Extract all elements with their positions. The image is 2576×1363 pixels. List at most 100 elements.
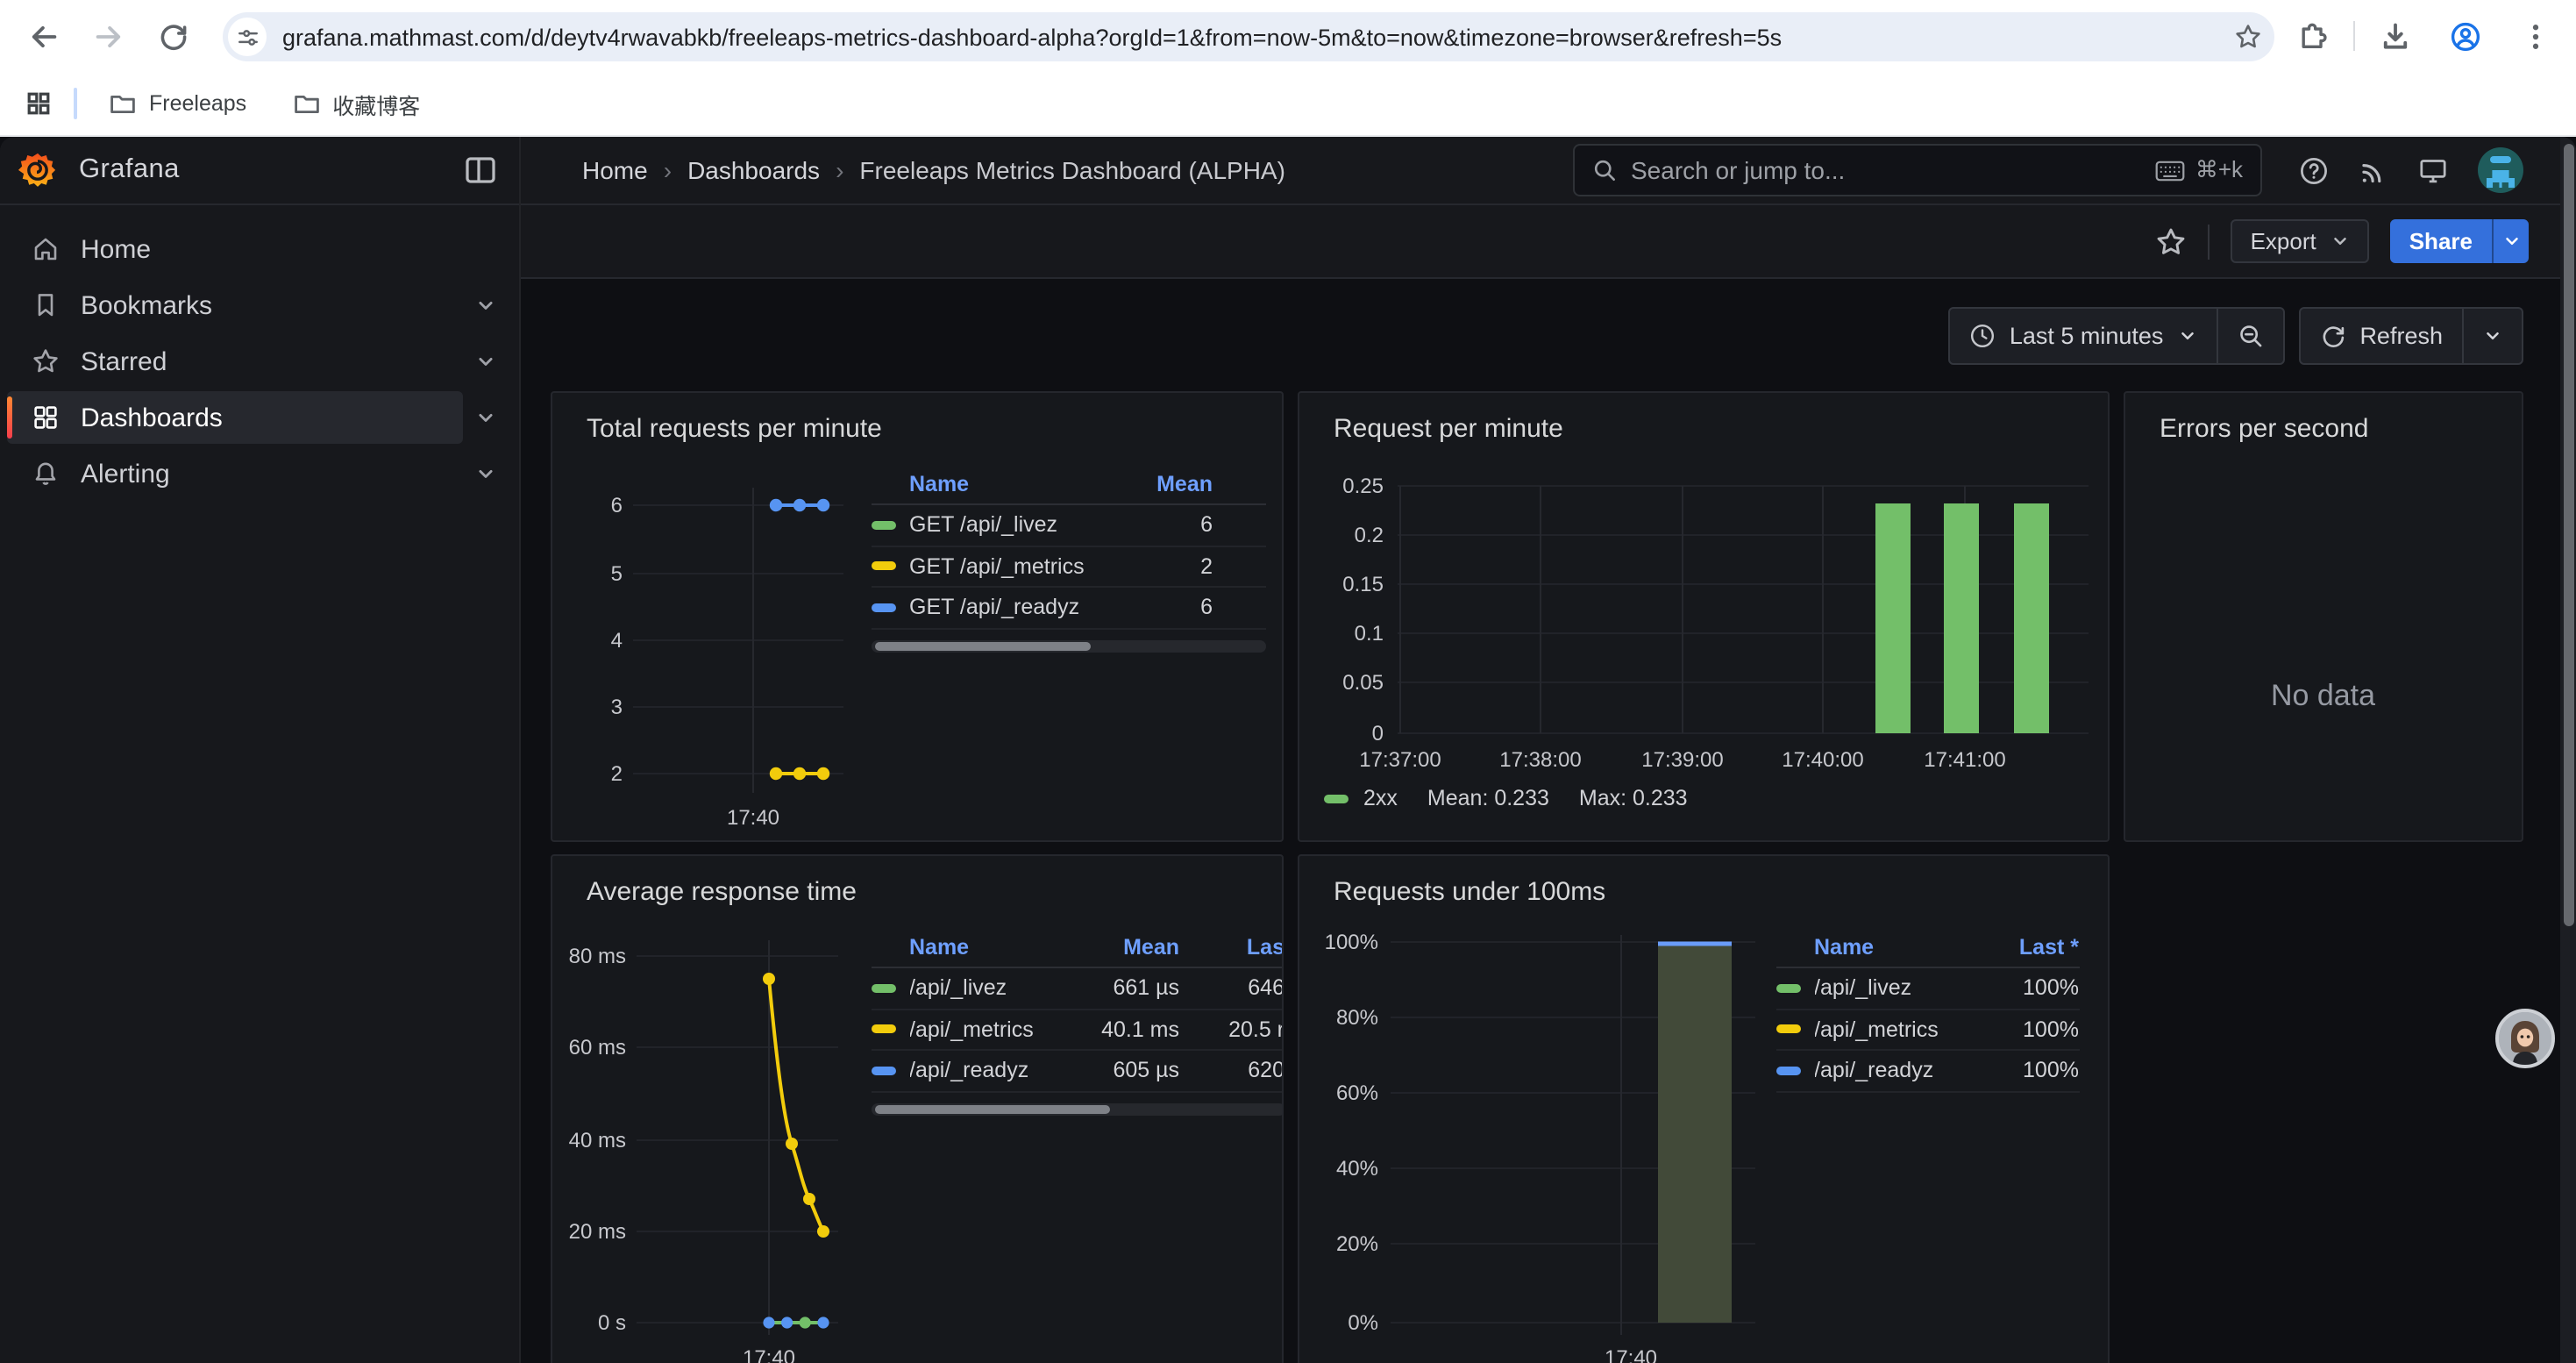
series-mean: 6 [1153,513,1265,538]
table-row[interactable]: GET /api/_livez 6 [871,505,1265,546]
bookmark-folder-freeleaps[interactable]: Freeleaps [95,82,260,125]
chevron-down-icon[interactable] [473,349,498,374]
sidebar-item-bookmarks[interactable]: Bookmarks [7,279,509,332]
help-icon[interactable] [2299,155,2329,185]
url-text[interactable]: grafana.mathmast.com/d/deytv4rwavabkb/fr… [282,24,2222,50]
favorite-dashboard-star-icon[interactable] [2156,225,2188,257]
table-row[interactable]: /api/_metrics 40.1 ms 20.5 r [871,1010,1283,1051]
page-scrollbar[interactable] [2560,137,2576,1363]
series-name: /api/_livez [909,976,1067,1001]
column-last[interactable]: Las [1179,934,1283,959]
svg-text:0.05: 0.05 [1341,671,1383,695]
extensions-button[interactable] [2283,6,2343,66]
chevron-down-icon[interactable] [473,293,498,318]
chart-legend: 2xx Mean: 0.233 Max: 0.233 [1323,786,1688,810]
grafana-logo [18,150,58,190]
table-row[interactable]: GET /api/_metrics 2 [871,546,1265,588]
bookmark-star-button[interactable] [2222,12,2274,61]
svg-text:100%: 100% [1324,931,1377,954]
time-range-label: Last 5 minutes [2010,323,2164,349]
dock-sidebar-icon[interactable] [463,153,498,188]
table-header: Name Mean Las [871,926,1283,968]
apps-button[interactable] [14,79,63,128]
export-button[interactable]: Export [2231,219,2369,263]
series-color-pill [1775,984,1800,993]
url-bar[interactable]: grafana.mathmast.com/d/deytv4rwavabkb/fr… [223,12,2274,61]
chevron-down-icon[interactable] [473,405,498,430]
table-horizontal-scrollbar[interactable] [871,639,1265,652]
sidebar-item-alerting[interactable]: Alerting [7,447,509,500]
svg-text:17:41:00: 17:41:00 [1923,748,2004,772]
folder-icon [109,89,137,118]
table-row[interactable]: /api/_livez 100% [1775,968,2079,1010]
svg-text:17:40:00: 17:40:00 [1781,748,1862,772]
svg-text:0.2: 0.2 [1354,524,1383,547]
svg-text:6: 6 [610,494,622,517]
panel-requests-under-100ms[interactable]: Requests under 100ms 100% 80% 60% [1297,854,2110,1363]
scrollbar-thumb[interactable] [2563,144,2573,926]
sidebar-item-home[interactable]: Home [7,223,509,275]
column-last[interactable]: Last * [1981,934,2079,959]
svg-text:0%: 0% [1347,1311,1377,1335]
site-settings-button[interactable] [228,18,267,56]
column-name[interactable]: Name [871,934,1067,959]
bookmark-label: 收藏博客 [332,87,420,120]
svg-text:0.15: 0.15 [1341,573,1383,596]
table-row[interactable]: /api/_readyz 605 µs 620 [871,1051,1283,1092]
legend-table: Name Mean GET /api/_livez 6 GET /api/_me… [871,463,1265,652]
search-input[interactable]: Search or jump to... ⌘+k [1573,144,2262,196]
bookmark-folder-blogs[interactable]: 收藏博客 [278,82,434,125]
news-rss-icon[interactable] [2359,155,2388,185]
reload-button[interactable] [144,6,203,66]
column-name[interactable]: Name [871,471,1153,496]
time-range-picker[interactable]: Last 5 minutes [1950,309,2217,363]
chevron-down-icon[interactable] [473,461,498,486]
sidebar-item-label: Bookmarks [81,290,212,320]
share-button[interactable]: Share [2390,219,2492,263]
refresh-button[interactable]: Refresh [2300,309,2462,363]
search-placeholder: Search or jump to... [1631,156,2155,184]
panel-total-requests[interactable]: Total requests per minute 6 5 4 3 [550,391,1283,842]
panel-title[interactable]: Errors per second [2160,414,2368,444]
browser-toolbar: grafana.mathmast.com/d/deytv4rwavabkb/fr… [0,0,2576,72]
series-name: /api/_metrics [1814,1017,1981,1042]
sidebar-item-dashboards[interactable]: Dashboards [7,391,463,444]
column-mean[interactable]: Mean [1153,471,1265,496]
column-mean[interactable]: Mean [1067,934,1179,959]
column-name[interactable]: Name [1775,934,1981,959]
refresh-group: Refresh [2298,307,2523,365]
table-row[interactable]: GET /api/_readyz 6 [871,588,1265,629]
breadcrumb-dashboards[interactable]: Dashboards [687,156,820,184]
downloads-button[interactable] [2366,6,2425,66]
user-avatar[interactable] [2478,147,2523,193]
panel-request-per-minute[interactable]: Request per minute [1297,391,2110,842]
table-row[interactable]: /api/_metrics 100% [1775,1010,2079,1051]
monitor-icon[interactable] [2418,155,2448,185]
bell-icon [32,460,60,488]
zoom-out-button[interactable] [2217,309,2282,363]
assistant-avatar-button[interactable] [2495,1009,2555,1068]
table-row[interactable]: /api/_readyz 100% [1775,1051,2079,1092]
forward-button[interactable] [79,6,139,66]
series-last: 620 [1179,1059,1283,1083]
table-horizontal-scrollbar[interactable] [871,1103,1283,1115]
svg-text:17:40: 17:40 [742,1346,794,1363]
panel-average-response-time[interactable]: Average response time 80 ms 60 ms 40 ms … [550,854,1283,1363]
series-name: GET /api/_metrics [909,554,1153,579]
legend-series[interactable]: 2xx [1363,786,1398,810]
svg-text:0: 0 [1371,722,1383,746]
sidebar-item-label: Home [81,234,151,264]
series-last: 20.5 r [1179,1017,1283,1042]
sidebar-item-starred[interactable]: Starred [7,335,509,388]
back-button[interactable] [14,6,74,66]
kebab-menu-icon [2520,20,2551,52]
share-menu-button[interactable] [2492,219,2529,263]
profile-button[interactable] [2436,6,2495,66]
table-row[interactable]: /api/_livez 661 µs 646 [871,968,1283,1010]
refresh-interval-button[interactable] [2464,309,2522,363]
svg-text:5: 5 [610,562,622,586]
browser-menu-button[interactable] [2506,6,2565,66]
breadcrumb-home[interactable]: Home [582,156,648,184]
search-icon [1592,158,1617,182]
panel-errors-per-second[interactable]: Errors per second No data [2123,391,2523,842]
